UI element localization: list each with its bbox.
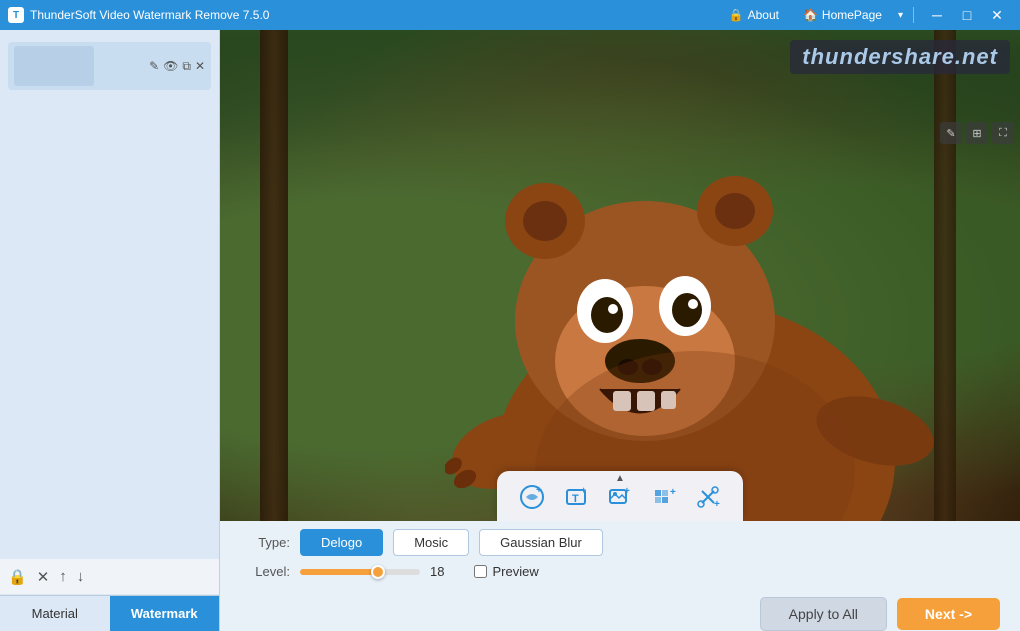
video-icon-expand[interactable]: ⛶: [992, 122, 1014, 144]
svg-text:+: +: [714, 499, 720, 510]
layer-eye-icon[interactable]: 👁: [163, 59, 178, 74]
lock-button[interactable]: 🔒: [8, 568, 27, 586]
app-title: ThunderSoft Video Watermark Remove 7.5.0: [30, 8, 719, 22]
watermark-tab[interactable]: Watermark: [110, 596, 220, 631]
level-label: Level:: [240, 564, 290, 579]
video-player: thundershare.net ✎ ⊞ ⛶ +: [220, 30, 1020, 521]
delete-layer-button[interactable]: ✕: [37, 568, 50, 586]
preview-check: Preview: [474, 564, 538, 579]
bottom-controls: Type: Delogo Mosic Gaussian Blur Level: …: [220, 521, 1020, 589]
layer-copy-icon[interactable]: ⧉: [182, 59, 191, 74]
level-value: 18: [430, 564, 444, 579]
text-add-button[interactable]: T +: [555, 477, 597, 517]
lock-icon: 🔒: [729, 8, 744, 22]
move-up-button[interactable]: ↑: [59, 568, 67, 585]
layer-item[interactable]: ✎ 👁 ⧉ ✕: [8, 42, 211, 90]
level-slider-thumb[interactable]: [371, 565, 385, 579]
type-gaussian-button[interactable]: Gaussian Blur: [479, 529, 603, 556]
main-layout: ✎ 👁 ⧉ ✕ 🔒 ✕ ↑ ↓ Material Watermark: [0, 30, 1020, 631]
move-down-button[interactable]: ↓: [77, 568, 85, 585]
preview-checkbox[interactable]: [474, 565, 487, 578]
video-top-icons: ✎ ⊞ ⛶: [940, 122, 1014, 144]
layer-icons: ✎ 👁 ⧉ ✕: [149, 59, 205, 74]
sidebar: ✎ 👁 ⧉ ✕ 🔒 ✕ ↑ ↓ Material Watermark: [0, 30, 220, 631]
action-row: Apply to All Next ->: [220, 589, 1020, 631]
sidebar-tabs: Material Watermark: [0, 595, 219, 631]
svg-text:T: T: [572, 493, 579, 505]
window-controls: ─ □ ✕: [922, 0, 1012, 30]
image-add-button[interactable]: +: [599, 477, 641, 517]
material-tab[interactable]: Material: [0, 596, 110, 631]
apply-to-all-button[interactable]: Apply to All: [760, 597, 887, 631]
type-delogo-button[interactable]: Delogo: [300, 529, 383, 556]
minimize-button[interactable]: ─: [922, 0, 952, 30]
titlebar: T ThunderSoft Video Watermark Remove 7.5…: [0, 0, 1020, 30]
type-label: Type:: [240, 535, 290, 550]
video-icon-pencil[interactable]: ✎: [940, 122, 962, 144]
tree-trunk-left: [260, 30, 288, 521]
video-icon-image[interactable]: ⊞: [966, 122, 988, 144]
svg-text:+: +: [670, 487, 676, 498]
content-area: thundershare.net ✎ ⊞ ⛶ +: [220, 30, 1020, 631]
level-slider[interactable]: [300, 569, 420, 575]
nav-dropdown-arrow[interactable]: ▾: [898, 10, 903, 21]
video-content: thundershare.net ✎ ⊞ ⛶ +: [220, 30, 1020, 521]
maximize-button[interactable]: □: [952, 0, 982, 30]
homepage-button[interactable]: 🏠 HomePage: [793, 6, 892, 24]
layer-close-icon[interactable]: ✕: [195, 59, 205, 74]
level-row: Level: 18 Preview: [240, 564, 1000, 579]
type-row: Type: Delogo Mosic Gaussian Blur: [240, 529, 1000, 556]
delogo-add-button[interactable]: +: [511, 477, 553, 517]
lock-row: 🔒 ✕ ↑ ↓: [0, 559, 219, 595]
next-button[interactable]: Next ->: [897, 598, 1000, 630]
svg-text:+: +: [536, 485, 542, 496]
svg-text:+: +: [624, 486, 630, 497]
titlebar-divider: [913, 7, 914, 23]
layer-preview: [14, 46, 94, 86]
about-label: About: [748, 8, 779, 22]
preview-label[interactable]: Preview: [492, 564, 538, 579]
about-button[interactable]: 🔒 About: [719, 6, 789, 24]
layer-edit-icon[interactable]: ✎: [149, 59, 159, 74]
floating-toolbar: + T + ▲: [497, 471, 743, 521]
app-icon: T: [8, 7, 24, 23]
close-button[interactable]: ✕: [982, 0, 1012, 30]
type-mosic-button[interactable]: Mosic: [393, 529, 469, 556]
homepage-label: HomePage: [822, 8, 882, 22]
home-icon: 🏠: [803, 8, 818, 22]
svg-text:+: +: [581, 485, 586, 495]
mosaic-add-button[interactable]: +: [643, 477, 685, 517]
bear-figure: [445, 141, 945, 521]
nav-buttons: 🔒 About 🏠 HomePage ▾ ─ □ ✕: [719, 0, 1012, 30]
watermark-overlay: thundershare.net: [790, 40, 1010, 74]
mask-add-button[interactable]: +: [687, 477, 729, 517]
